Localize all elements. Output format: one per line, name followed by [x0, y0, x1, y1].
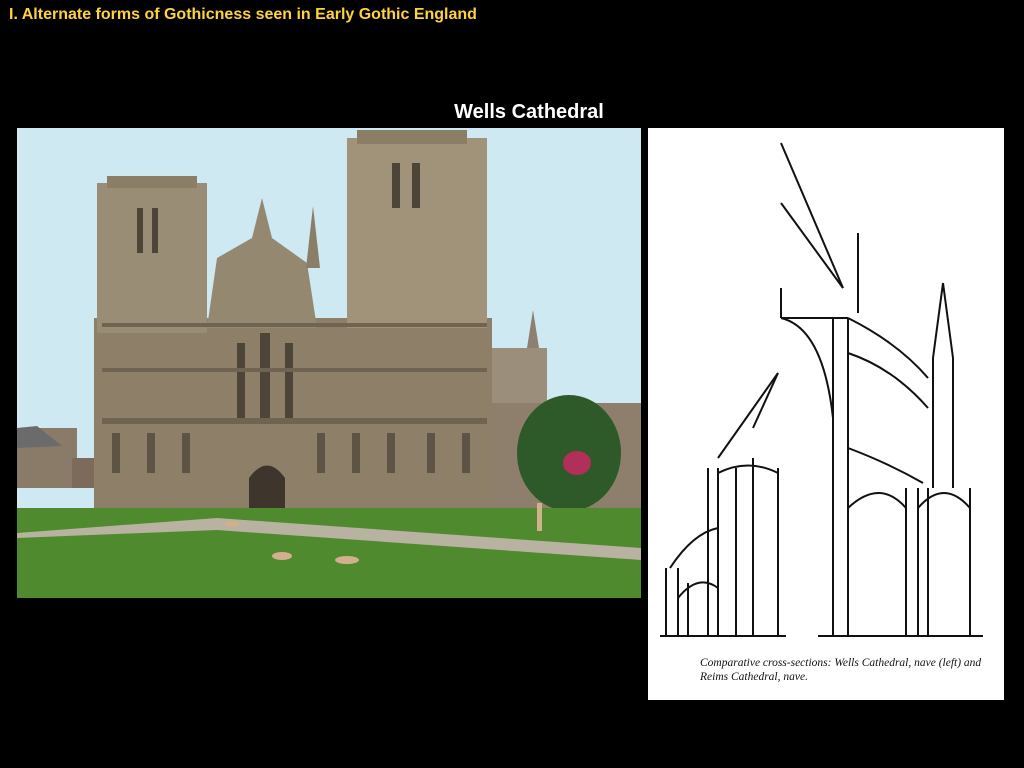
- cathedral-photo: [17, 128, 641, 598]
- slide-subtitle: Wells Cathedral: [454, 101, 604, 123]
- drawing-caption: Comparative cross-sections: Wells Cathed…: [700, 657, 982, 683]
- slide-title: I. Alternate forms of Gothicness seen in…: [9, 6, 477, 23]
- cross-section-drawing: Comparative cross-sections: Wells Cathed…: [648, 128, 1004, 700]
